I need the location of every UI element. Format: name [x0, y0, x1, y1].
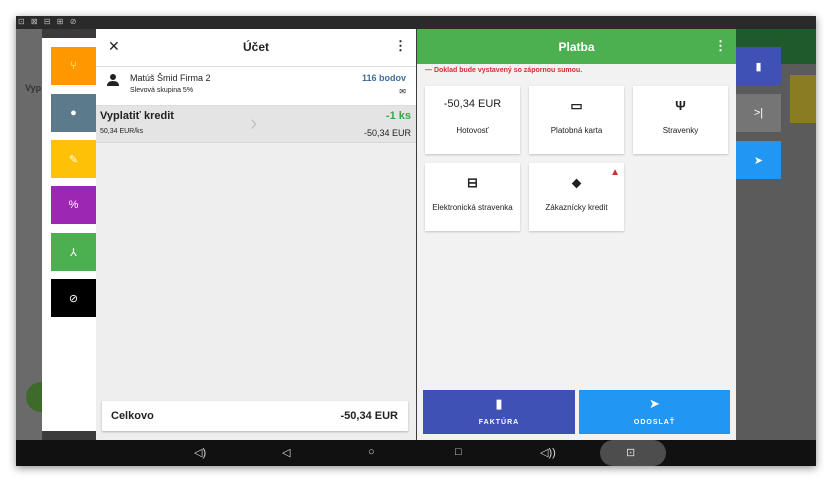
person-icon: ●	[70, 107, 77, 119]
total-value: -50,34 EUR	[340, 410, 398, 422]
merge-icon: ⅄	[70, 246, 77, 259]
background-app-left: Vyp	[16, 29, 56, 440]
more-vert-icon[interactable]: ⋮	[394, 38, 407, 54]
warning-icon: ▲	[610, 167, 620, 178]
account-title: Účet	[242, 40, 269, 54]
status-icons: ⊡ ⊠ ⊟ ⊞ ⊘	[18, 17, 79, 26]
payment-meal-vouchers[interactable]: Ψ Stravenky	[633, 86, 728, 154]
restaurant-icon: Ψ	[675, 98, 686, 113]
customer-button[interactable]: ●	[51, 94, 96, 132]
payment-cash-label: Hotovosť	[456, 126, 489, 135]
invoice-button[interactable]: ▮ FAKTÚRA	[423, 390, 575, 434]
customer-points: 116 bodov	[361, 73, 406, 83]
total-bar: Celkovo -50,34 EUR	[102, 401, 408, 431]
customer-name: Matúš Šmid Firma 2	[130, 73, 211, 83]
cash-amount: -50,34 EUR	[443, 98, 502, 110]
electronic-voucher-icon: ⊟	[467, 175, 478, 190]
document-icon: ▮	[495, 396, 503, 411]
volume-up-icon[interactable]: ◁))	[540, 446, 556, 459]
item-total: -50,34 EUR	[363, 128, 411, 138]
mail-icon[interactable]: ✉	[399, 87, 406, 96]
background-label: Vyp	[25, 83, 42, 93]
side-send-button[interactable]: ➤	[736, 141, 781, 179]
merge-button[interactable]: ⅄	[51, 233, 96, 271]
credit-card-icon: ▭	[570, 98, 583, 113]
background-yellow-block	[790, 75, 816, 123]
side-document-button[interactable]: ▮	[736, 47, 781, 85]
invoice-label: FAKTÚRA	[478, 419, 520, 426]
tool-panel: ⑂ ● ✎ % ⅄ ⊘	[42, 38, 96, 431]
percent-icon: %	[68, 199, 79, 211]
send-icon: ➤	[753, 154, 764, 167]
discount-button[interactable]: %	[51, 186, 96, 224]
item-name: Vyplatiť kredit	[100, 110, 174, 122]
person-icon	[107, 74, 119, 86]
split-icon: ⑂	[70, 60, 77, 72]
more-vert-icon[interactable]: ⋮	[714, 38, 727, 54]
customer-group: Slevová skupina 5%	[130, 87, 194, 94]
account-panel: ✕ Účet ⋮ Matúš Šmid Firma 2 Slevová skup…	[96, 29, 416, 440]
send-label: ODOSLAŤ	[633, 419, 676, 426]
volume-down-icon[interactable]: ◁)	[194, 446, 206, 459]
send-button[interactable]: ➤ ODOSLAŤ	[579, 390, 730, 434]
background-app-right	[736, 29, 816, 440]
item-quantity: -1 ks	[385, 110, 411, 122]
payment-card[interactable]: ▭ Platobná karta	[529, 86, 624, 154]
edit-button[interactable]: ✎	[51, 140, 96, 178]
account-header: ✕ Účet ⋮	[96, 29, 416, 67]
back-icon[interactable]: ◁	[282, 446, 290, 459]
skip-next-icon: >|	[753, 107, 764, 119]
pencil-icon: ✎	[68, 153, 79, 166]
payment-meal-vouchers-label: Stravenky	[662, 126, 699, 135]
navigation-bar: ◁) ◁ ○ □ ◁)) ⊡	[16, 440, 816, 466]
sync-disabled-icon: ⊘	[68, 292, 79, 305]
customer-row[interactable]: Matúš Šmid Firma 2 Slevová skupina 5% 11…	[96, 67, 416, 106]
list-item[interactable]: Vyplatiť kredit 50,34 EUR/ks › -1 ks -50…	[96, 106, 416, 143]
payment-cash[interactable]: -50,34 EUR Hotovosť	[425, 86, 520, 154]
total-label: Celkovo	[111, 410, 154, 422]
side-skip-button[interactable]: >|	[736, 94, 781, 132]
device-screen: ⊡ ⊠ ⊟ ⊞ ⊘ Vyp ⑂ ● ✎ % ⅄ ⊘ ✕ Účet ⋮ Matúš…	[16, 16, 816, 466]
payment-title: Platba	[558, 40, 595, 54]
home-icon[interactable]: ○	[368, 446, 375, 458]
item-unit-price: 50,34 EUR/ks	[100, 128, 144, 135]
document-icon: ▮	[755, 60, 762, 73]
split-button[interactable]: ⑂	[51, 47, 96, 85]
payment-customer-credit-label: Zákaznícky kredit	[545, 203, 608, 212]
no-sync-button[interactable]: ⊘	[51, 279, 96, 317]
status-bar: ⊡ ⊠ ⊟ ⊞ ⊘	[16, 16, 816, 29]
payment-electronic-voucher[interactable]: ⊟ Elektronická stravenka	[425, 163, 520, 231]
send-icon: ➤	[649, 396, 660, 411]
screenshot-icon[interactable]: ⊡	[626, 446, 635, 459]
negative-sum-warning: — Doklad bude vystavený so zápornou sumo…	[425, 67, 583, 74]
recents-icon[interactable]: □	[455, 446, 462, 458]
chevron-right-icon: ›	[250, 110, 258, 135]
payment-header: Platba ⋮	[417, 29, 736, 64]
payment-panel: Platba ⋮ — Doklad bude vystavený so zápo…	[417, 29, 736, 440]
payment-customer-credit[interactable]: ⬥ Zákaznícky kredit ▲	[529, 163, 624, 231]
payment-electronic-voucher-label: Elektronická stravenka	[432, 203, 513, 212]
payment-card-label: Platobná karta	[550, 126, 603, 135]
